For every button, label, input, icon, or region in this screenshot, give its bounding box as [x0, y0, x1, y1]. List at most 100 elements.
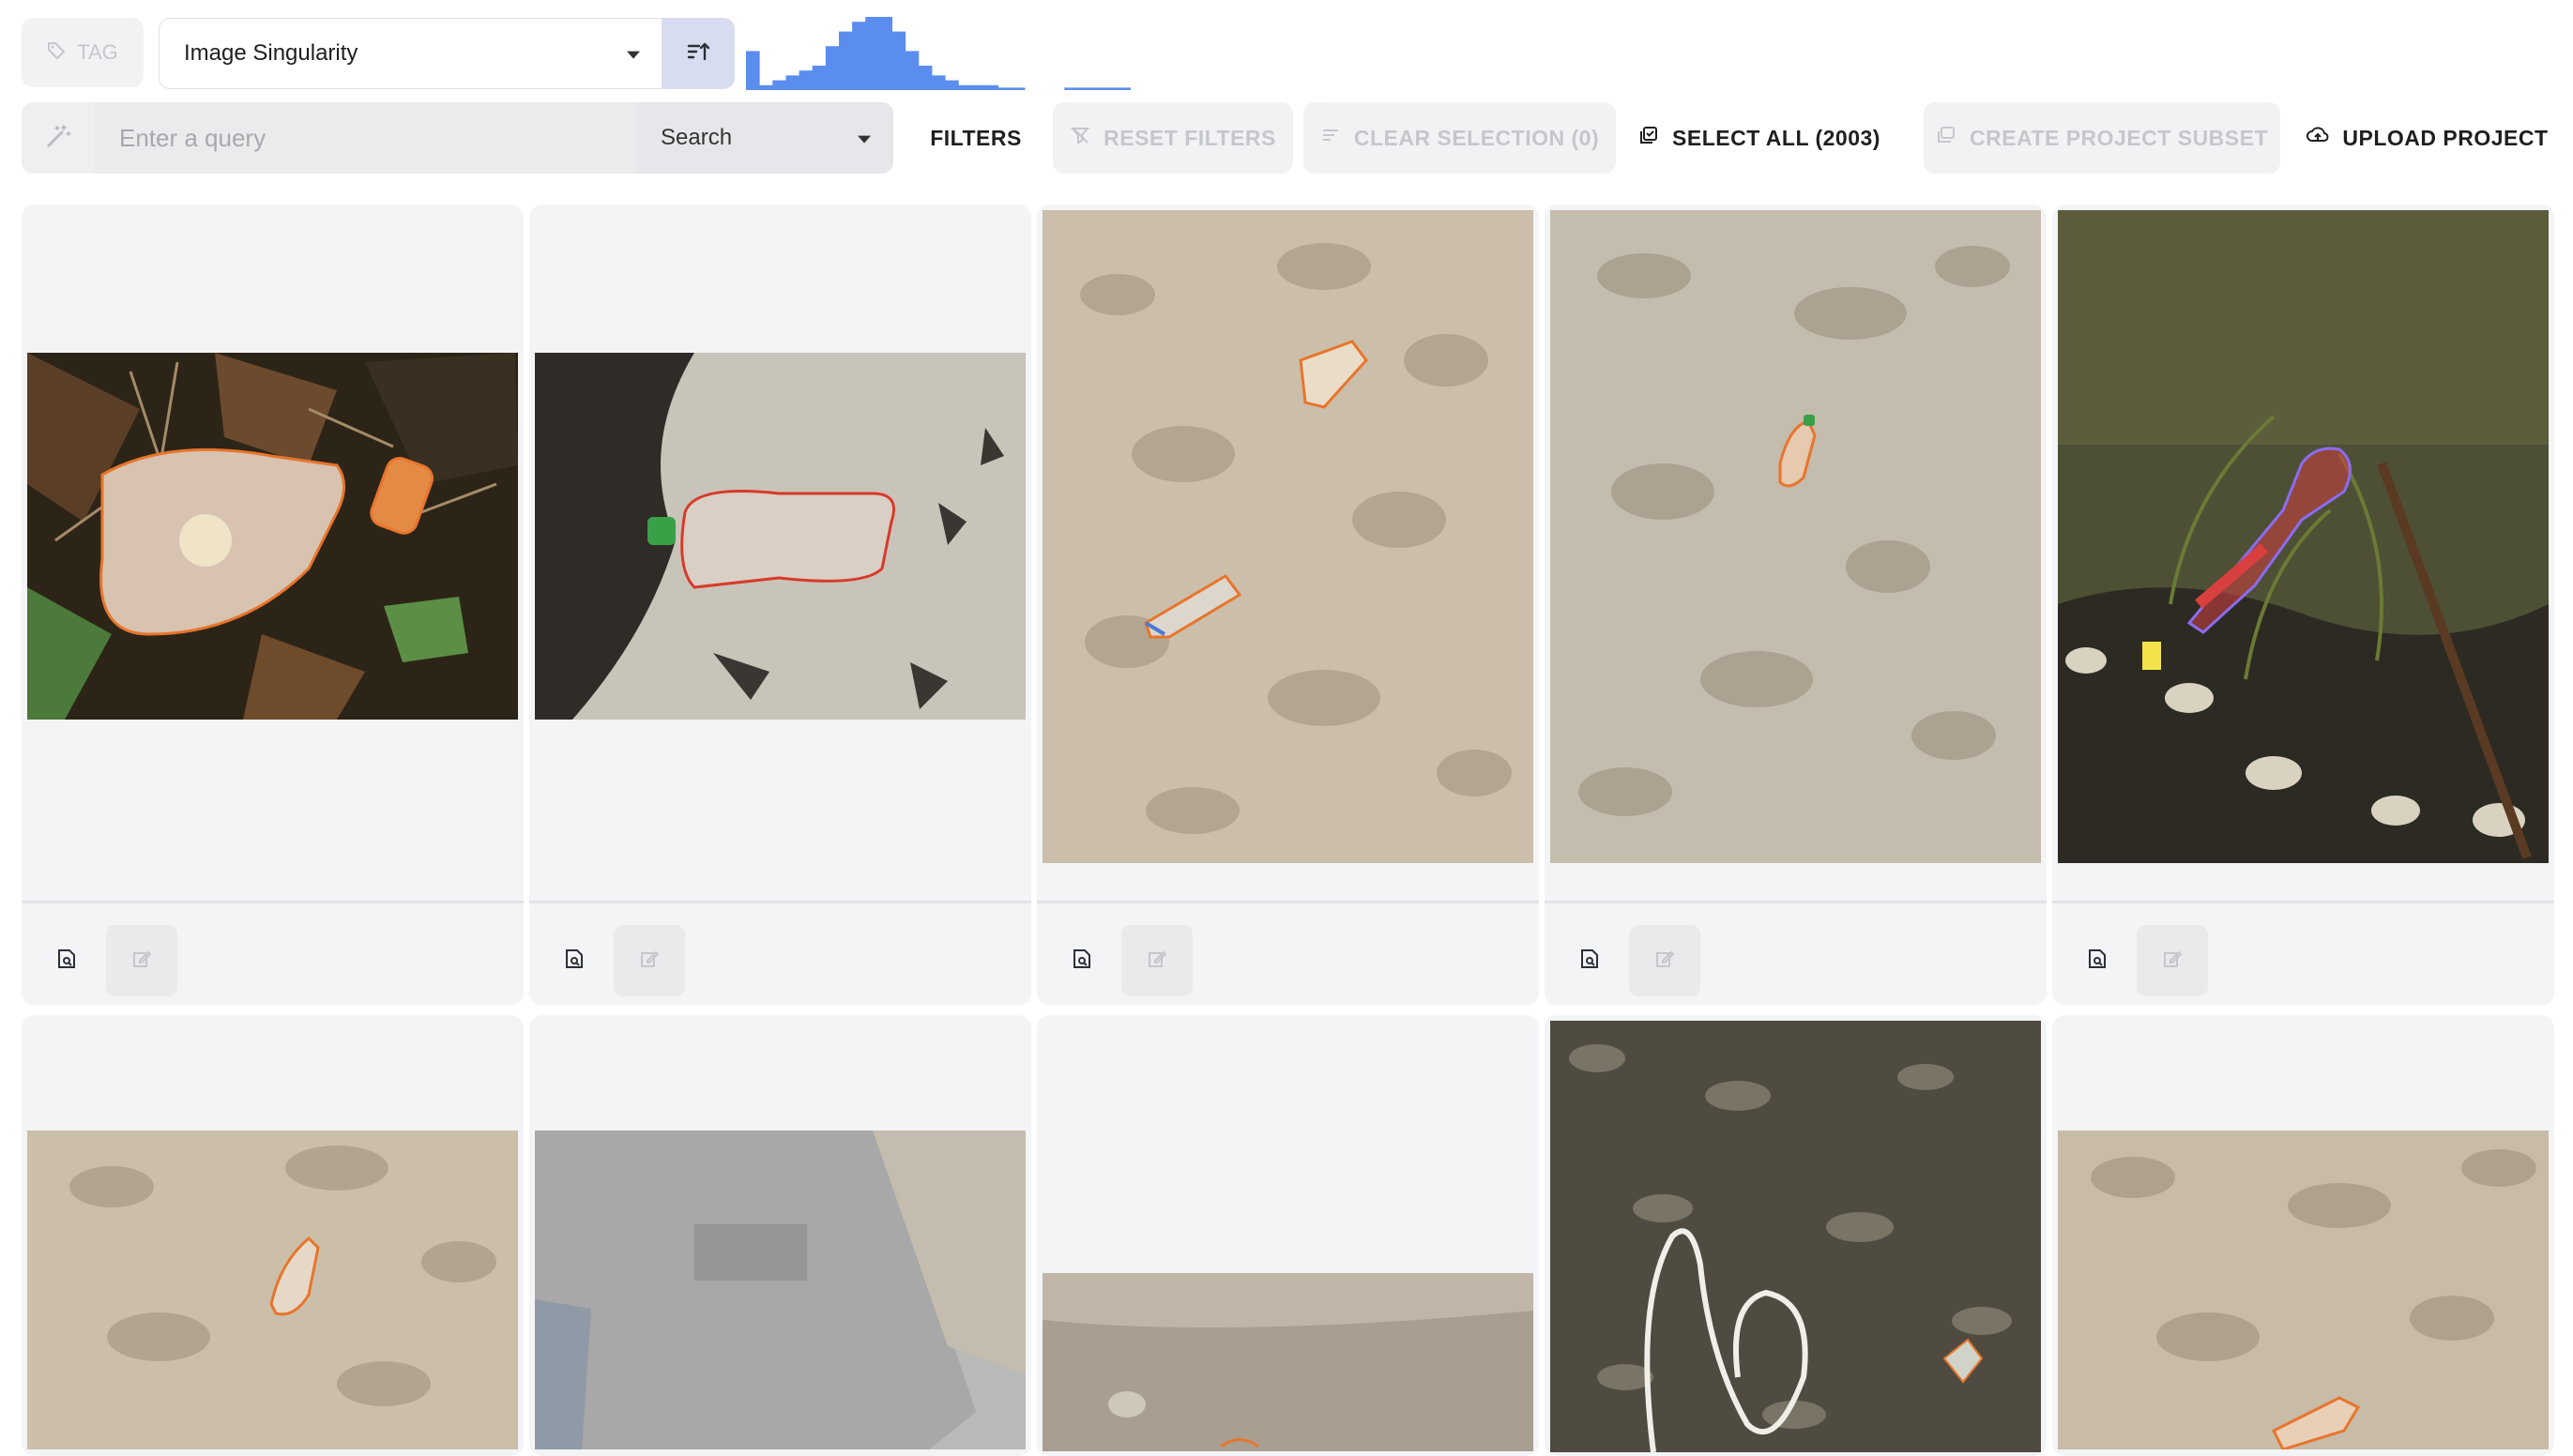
- image-search-icon: [563, 948, 586, 975]
- clear-selection-button[interactable]: CLEAR SELECTION (0): [1303, 102, 1616, 174]
- view-image-button[interactable]: [1046, 925, 1118, 996]
- chevron-down-icon: [858, 135, 871, 144]
- card-thumbnail[interactable]: [535, 1130, 1026, 1449]
- histogram-bar[interactable]: [838, 31, 853, 90]
- edit-icon: [1147, 948, 1167, 974]
- histogram-bar[interactable]: [958, 84, 972, 90]
- image-card[interactable]: [529, 205, 1031, 1006]
- image-search-icon: [55, 948, 78, 975]
- histogram-bar[interactable]: [984, 84, 999, 90]
- histogram-bar[interactable]: [785, 75, 800, 90]
- sort-ascending-icon: [686, 39, 710, 68]
- histogram-bar[interactable]: [865, 17, 879, 90]
- tag-icon: [47, 40, 66, 65]
- search-mode-select[interactable]: Search: [636, 102, 893, 174]
- histogram-bar[interactable]: [1077, 87, 1092, 90]
- thumbnail-image: [1550, 1021, 2041, 1452]
- histogram-bar[interactable]: [1011, 87, 1026, 90]
- create-subset-label: CREATE PROJECT SUBSET: [1969, 125, 2269, 150]
- view-image-button[interactable]: [539, 925, 610, 996]
- upload-project-button[interactable]: UPLOAD PROJECT: [2291, 102, 2564, 174]
- histogram-bar[interactable]: [759, 84, 773, 90]
- view-image-button[interactable]: [1554, 925, 1625, 996]
- image-card[interactable]: [1545, 205, 2047, 1006]
- natural-language-search-button[interactable]: [22, 102, 95, 174]
- card-thumbnail[interactable]: [535, 353, 1026, 720]
- chevron-down-icon: [627, 51, 640, 59]
- histogram-bar[interactable]: [746, 51, 760, 90]
- histogram-bar[interactable]: [1064, 87, 1078, 90]
- view-image-button[interactable]: [2062, 925, 2133, 996]
- thumbnail-image: [2058, 210, 2549, 863]
- search-mode-value: Search: [661, 125, 733, 150]
- histogram-bar[interactable]: [1090, 87, 1105, 90]
- edit-annotation-button[interactable]: [614, 925, 685, 996]
- image-card[interactable]: [2052, 205, 2554, 1006]
- view-image-button[interactable]: [31, 925, 102, 996]
- histogram-bar[interactable]: [918, 66, 933, 90]
- edit-annotation-button[interactable]: [1629, 925, 1700, 996]
- tag-button-label: TAG: [77, 40, 118, 64]
- create-project-subset-button[interactable]: CREATE PROJECT SUBSET: [1924, 102, 2280, 174]
- clear-list-icon: [1320, 125, 1341, 151]
- card-thumbnail[interactable]: [2058, 210, 2549, 863]
- edit-icon: [131, 948, 152, 974]
- histogram-bar[interactable]: [945, 80, 959, 90]
- sort-metric-select[interactable]: Image Singularity: [159, 18, 663, 89]
- edit-annotation-button[interactable]: [106, 925, 177, 996]
- thumbnail-image: [1043, 210, 1533, 863]
- image-search-icon: [1578, 948, 1601, 975]
- upload-project-label: UPLOAD PROJECT: [2342, 125, 2549, 150]
- histogram-bar[interactable]: [1117, 87, 1132, 90]
- reset-filters-label: RESET FILTERS: [1104, 125, 1276, 150]
- sort-metric-value: Image Singularity: [184, 40, 358, 66]
- histogram-bar[interactable]: [891, 31, 906, 90]
- edit-annotation-button[interactable]: [2137, 925, 2208, 996]
- edit-icon: [2162, 948, 2183, 974]
- image-card[interactable]: [1545, 1015, 2047, 1456]
- thumbnail-image: [27, 1130, 518, 1449]
- filters-button[interactable]: FILTERS: [910, 102, 1042, 174]
- card-thumbnail[interactable]: [1550, 1021, 2041, 1452]
- histogram-bar[interactable]: [931, 75, 946, 90]
- image-card[interactable]: [1037, 1015, 1539, 1456]
- card-thumbnail[interactable]: [1550, 210, 2041, 863]
- image-card[interactable]: [1037, 205, 1539, 1006]
- card-thumbnail[interactable]: [2058, 1130, 2549, 1449]
- histogram-bar[interactable]: [852, 22, 866, 91]
- histogram-bar[interactable]: [878, 17, 893, 90]
- copy-icon: [1936, 125, 1956, 151]
- histogram-bar[interactable]: [825, 46, 840, 90]
- histogram-bar[interactable]: [997, 87, 1012, 90]
- card-thumbnail[interactable]: [1043, 1273, 1533, 1451]
- select-all-icon: [1638, 125, 1659, 151]
- histogram-bar[interactable]: [971, 84, 985, 90]
- edit-icon: [1654, 948, 1675, 974]
- metric-histogram[interactable]: [746, 13, 1132, 91]
- sort-direction-button[interactable]: [662, 18, 735, 89]
- thumbnail-image: [1550, 210, 2041, 863]
- image-card[interactable]: [2052, 1015, 2554, 1456]
- histogram-bar[interactable]: [905, 51, 920, 90]
- histogram-bar[interactable]: [772, 80, 786, 90]
- card-thumbnail[interactable]: [27, 353, 518, 720]
- histogram-bar[interactable]: [812, 66, 827, 90]
- filter-off-icon: [1070, 125, 1090, 151]
- reset-filters-button[interactable]: RESET FILTERS: [1053, 102, 1293, 174]
- select-all-label: SELECT ALL (2003): [1672, 125, 1880, 150]
- image-search-icon: [1071, 948, 1093, 975]
- magic-wand-icon: [45, 123, 71, 154]
- image-card[interactable]: [22, 205, 524, 1006]
- image-card[interactable]: [529, 1015, 1031, 1456]
- tag-button[interactable]: TAG: [22, 18, 144, 87]
- thumbnail-image: [1043, 1273, 1533, 1451]
- select-all-button[interactable]: SELECT ALL (2003): [1633, 102, 1886, 174]
- search-input[interactable]: [95, 102, 636, 174]
- histogram-bar[interactable]: [1104, 87, 1119, 90]
- image-card[interactable]: [22, 1015, 524, 1456]
- card-thumbnail[interactable]: [1043, 210, 1533, 863]
- card-thumbnail[interactable]: [27, 1130, 518, 1449]
- thumbnail-image: [27, 353, 518, 720]
- edit-annotation-button[interactable]: [1121, 925, 1193, 996]
- histogram-bar[interactable]: [799, 70, 814, 90]
